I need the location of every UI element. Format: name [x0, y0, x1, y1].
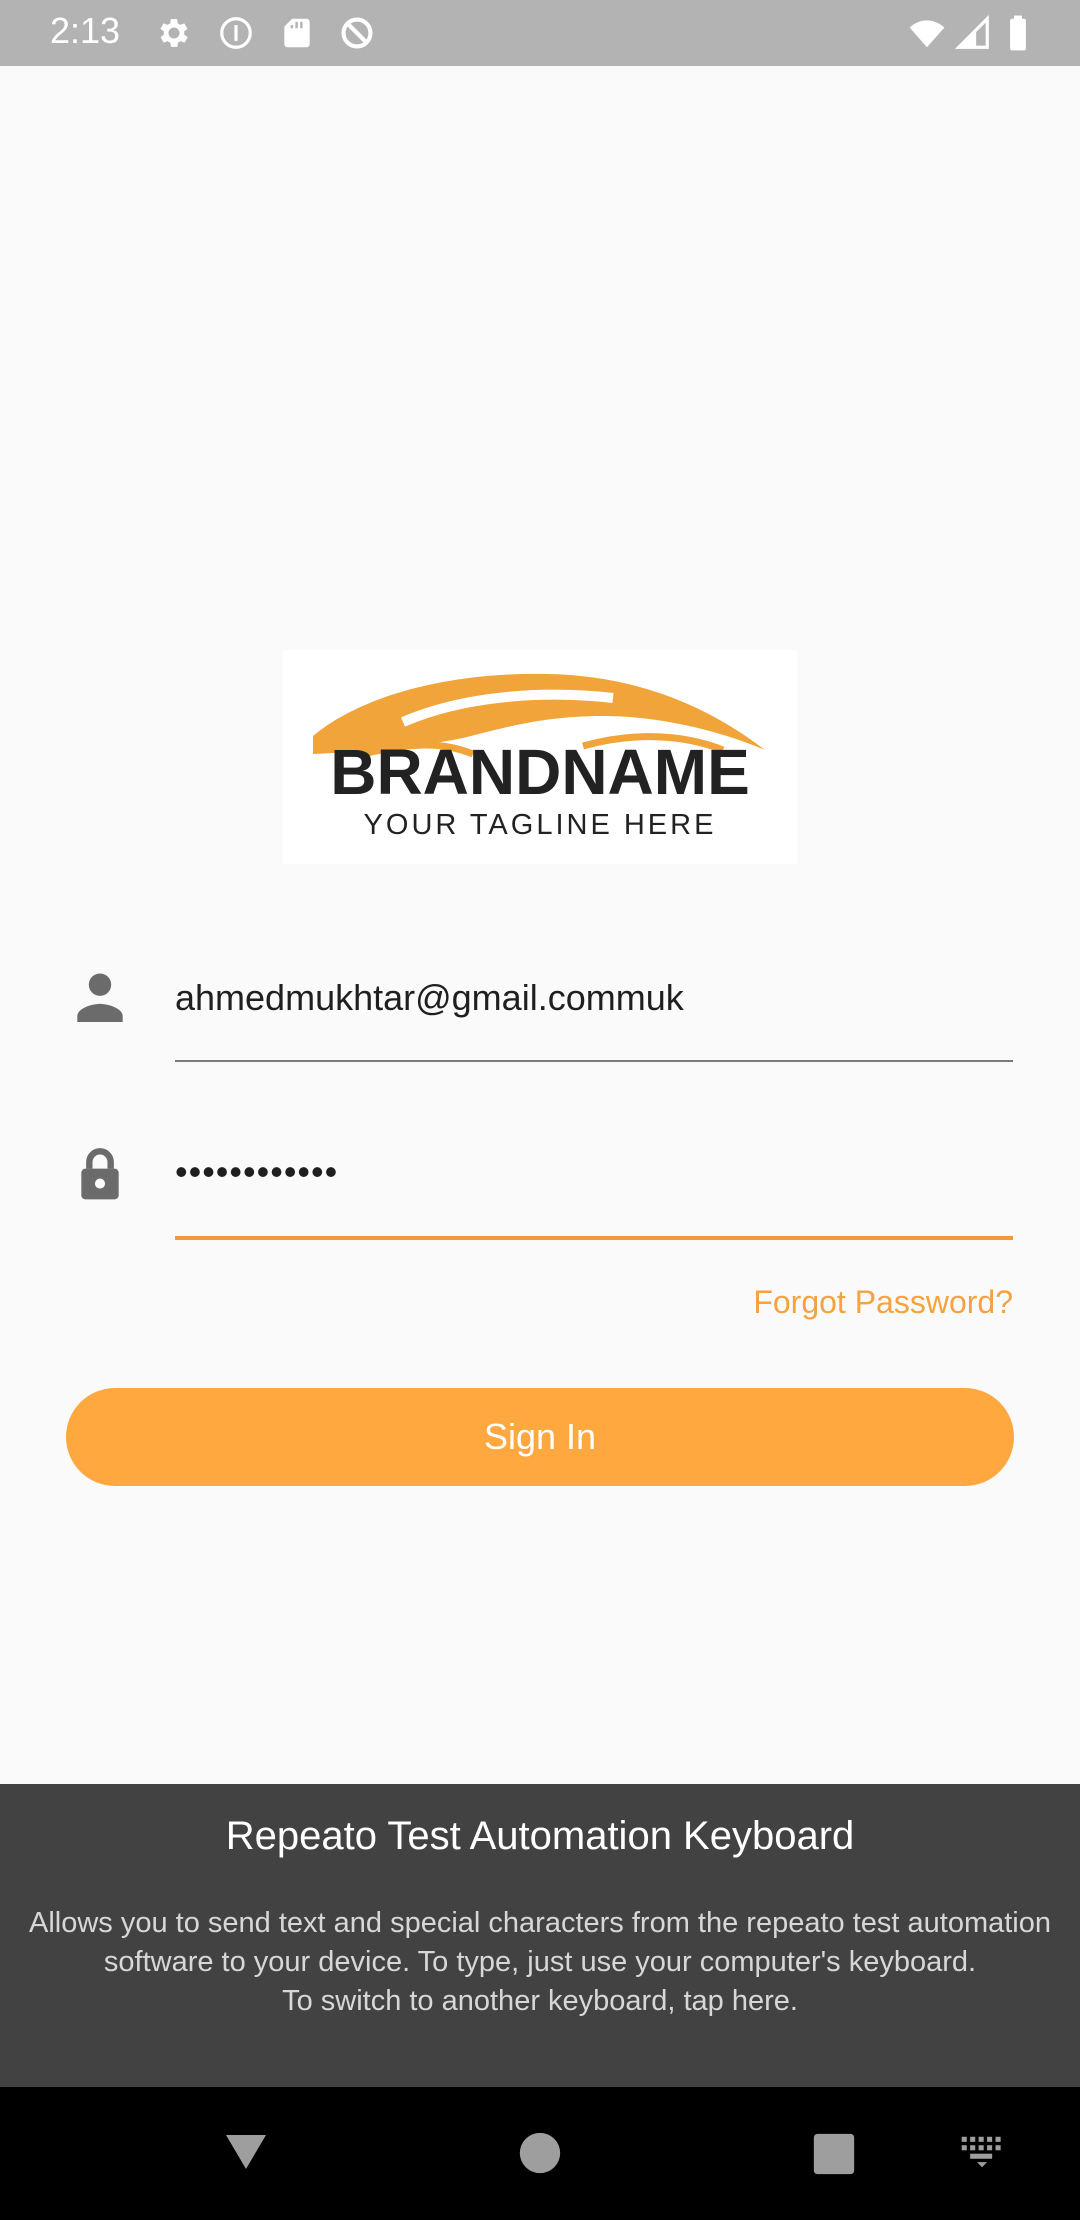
navigation-bar: [0, 2087, 1080, 2220]
forgot-password-link[interactable]: Forgot Password?: [753, 1284, 1013, 1321]
keyboard-icon[interactable]: [960, 2135, 1004, 2169]
keyboard-desc-line-2[interactable]: To switch to another keyboard, tap here.: [20, 1982, 1060, 2021]
status-bar: 2:13: [0, 0, 1080, 66]
wifi-icon: [909, 20, 945, 48]
info-icon: [220, 17, 252, 49]
home-icon[interactable]: [518, 2131, 562, 2175]
brand-logo: BRANDNAME YOUR TAGLINE HERE: [283, 650, 797, 864]
recents-icon[interactable]: [812, 2132, 856, 2176]
sign-in-button[interactable]: Sign In: [66, 1388, 1014, 1486]
sync-off-icon: [341, 17, 373, 49]
keyboard-panel-description: Allows you to send text and special char…: [20, 1904, 1060, 2021]
keyboard-panel-title: Repeato Test Automation Keyboard: [225, 1814, 855, 1858]
email-input[interactable]: [175, 948, 1013, 1048]
lock-icon: [81, 1148, 119, 1200]
password-input[interactable]: [175, 1122, 1013, 1222]
battery-icon: [1010, 15, 1026, 51]
status-time: 2:13: [50, 10, 121, 51]
sd-card-icon: [284, 18, 310, 48]
back-icon[interactable]: [222, 2127, 270, 2175]
password-underline: [175, 1236, 1013, 1240]
email-underline: [175, 1060, 1013, 1062]
logo-brand-text: BRANDNAME: [330, 736, 750, 808]
person-icon: [77, 973, 123, 1022]
logo-tagline-text: YOUR TAGLINE HERE: [364, 809, 717, 841]
gear-icon: [160, 19, 188, 47]
signal-icon: [954, 14, 989, 49]
keyboard-info-panel[interactable]: Repeato Test Automation Keyboard Allows …: [0, 1784, 1080, 2087]
keyboard-desc-line-1: Allows you to send text and special char…: [29, 1907, 1051, 1978]
